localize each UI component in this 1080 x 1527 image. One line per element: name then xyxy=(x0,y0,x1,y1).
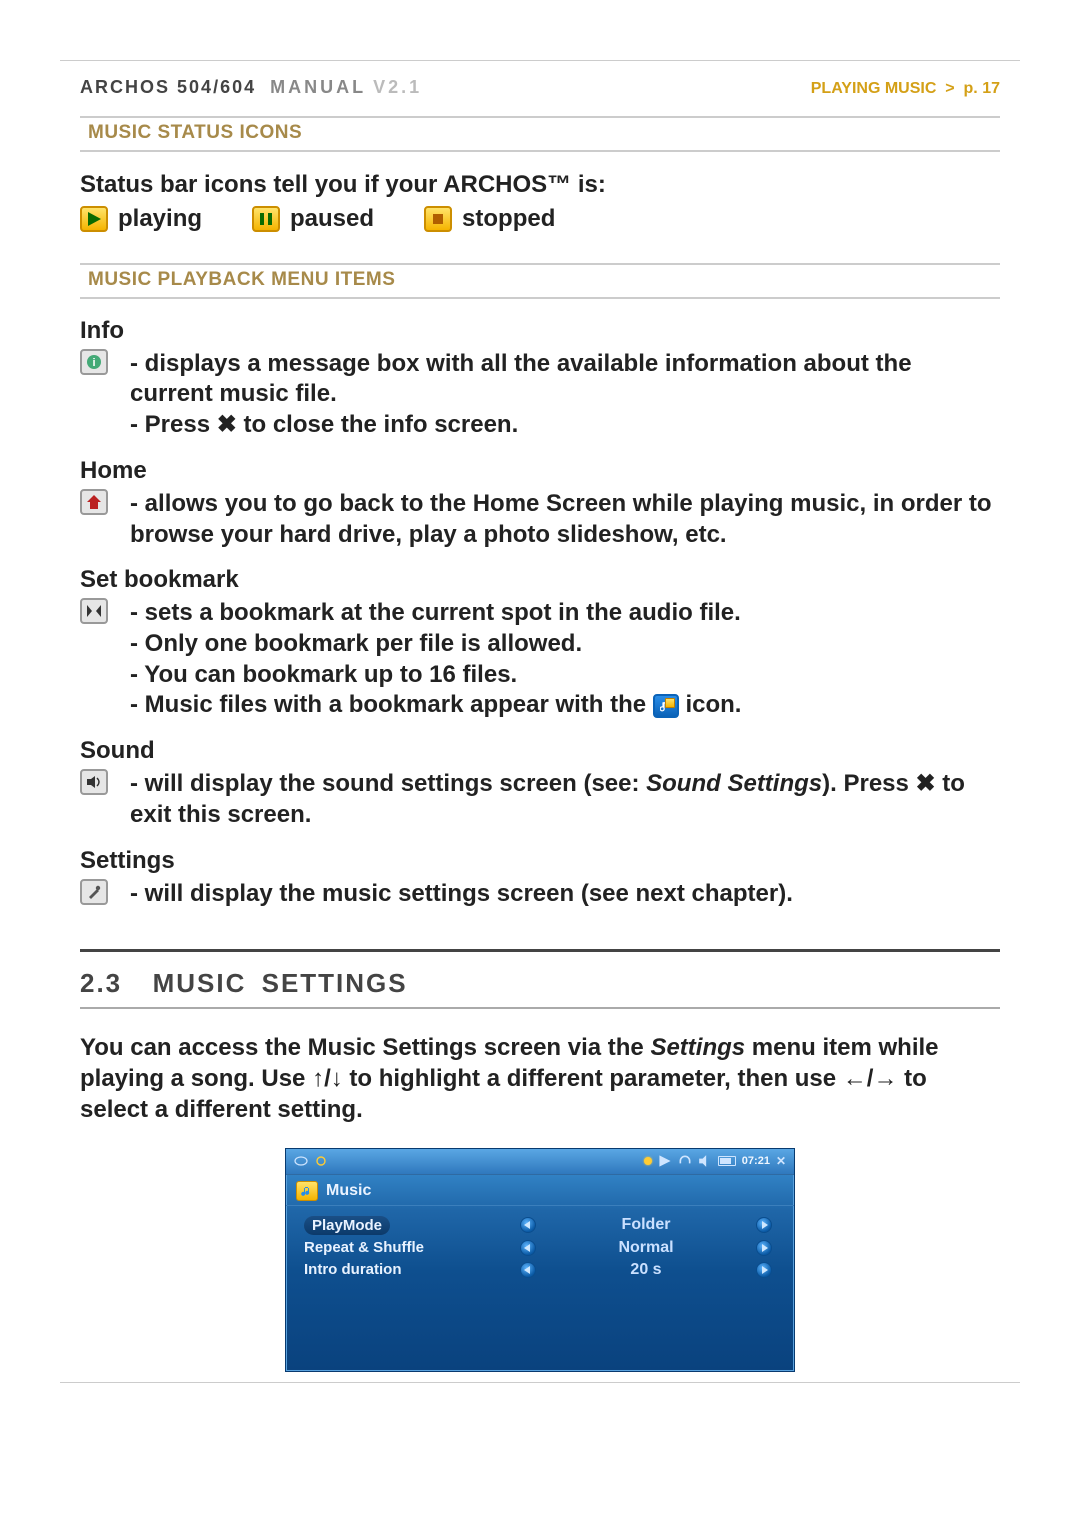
brand-title: ARCHOS 504/604 MANUAL V2.1 xyxy=(80,77,422,98)
sound-title: Sound xyxy=(80,737,1000,765)
plug-icon xyxy=(644,1157,652,1165)
setting-label: Repeat & Shuffle xyxy=(304,1239,424,1256)
chapter-rule xyxy=(80,949,1000,952)
clock: 07:21 xyxy=(742,1155,770,1167)
device-status-bar: 07:21 ✕ xyxy=(286,1149,794,1175)
info-line1: - displays a message box with all the av… xyxy=(130,349,1000,410)
up-arrow-icon: ↑ xyxy=(312,1065,324,1092)
sound-settings-ref: Sound Settings xyxy=(646,770,822,797)
setting-value: Folder xyxy=(540,1216,752,1234)
setting-row-intro[interactable]: Intro duration 20 s xyxy=(304,1259,776,1281)
screen-body: PlayMode Folder Repeat & Shuffle Normal … xyxy=(286,1206,794,1371)
bookmark-line2: - Only one bookmark per file is allowed. xyxy=(130,629,1000,660)
playing-label: playing xyxy=(118,205,202,233)
bookmark-icon xyxy=(80,598,108,624)
status-icons-row: playing paused stopped xyxy=(80,205,1000,233)
info-line2: - Press ✖ to close the info screen. xyxy=(130,410,1000,441)
page-section: PLAYING MUSIC xyxy=(811,80,937,97)
home-icon xyxy=(80,489,108,515)
menu-settings: Settings - will display the music settin… xyxy=(80,847,1000,910)
bookmark-line1: - sets a bookmark at the current spot in… xyxy=(130,598,1000,629)
headphone-icon xyxy=(678,1154,692,1168)
bookmark-line4: - Music files with a bookmark appear wit… xyxy=(130,690,1000,721)
stop-icon xyxy=(424,206,452,232)
chapter-heading: 2.3 Music Settings xyxy=(80,960,1000,1009)
status-stopped: stopped xyxy=(424,205,555,233)
music-note-icon xyxy=(296,1181,318,1201)
info-title: Info xyxy=(80,317,1000,345)
settings-icon xyxy=(80,879,108,905)
chapter-number: 2.3 xyxy=(80,968,122,998)
section-music-status-icons: MUSIC STATUS ICONS xyxy=(80,116,1000,152)
left-arrow-icon[interactable] xyxy=(520,1240,536,1256)
hdd-icon xyxy=(294,1154,308,1168)
left-arrow-icon: ← xyxy=(843,1065,867,1092)
screen-tab: Music xyxy=(286,1175,794,1206)
chapter-title: Music Settings xyxy=(153,968,408,998)
setting-value: 20 s xyxy=(540,1261,752,1279)
left-arrow-icon[interactable] xyxy=(520,1262,536,1278)
manual-word: MANUAL xyxy=(270,77,366,97)
left-arrow-icon[interactable] xyxy=(520,1217,536,1233)
menu-info: Info i - displays a message box with all… xyxy=(80,317,1000,441)
down-arrow-icon: ↓ xyxy=(331,1065,343,1092)
close-icon[interactable]: ✕ xyxy=(776,1154,786,1168)
device-screenshot: 07:21 ✕ Music PlayMode Folder Repea xyxy=(80,1148,1000,1372)
speaker-icon xyxy=(698,1154,712,1168)
battery-icon xyxy=(718,1156,736,1166)
menu-bookmark: Set bookmark - sets a bookmark at the cu… xyxy=(80,566,1000,721)
stopped-label: stopped xyxy=(462,205,555,233)
version: V2.1 xyxy=(373,77,422,97)
slash: / xyxy=(324,1065,331,1092)
breadcrumb-sep: > xyxy=(945,80,954,97)
pause-icon xyxy=(252,206,280,232)
x-icon: ✖ xyxy=(916,770,936,797)
bookmark-note-icon xyxy=(653,694,679,718)
settings-word: Settings xyxy=(650,1034,745,1061)
right-arrow-icon: → xyxy=(873,1065,897,1092)
settings-line1: - will display the music settings screen… xyxy=(130,879,1000,910)
bookmark-line3: - You can bookmark up to 16 files. xyxy=(130,660,1000,691)
setting-label: Intro duration xyxy=(304,1261,402,1278)
home-line1: - allows you to go back to the Home Scre… xyxy=(130,489,1000,550)
page-header: ARCHOS 504/604 MANUAL V2.1 PLAYING MUSIC… xyxy=(80,71,1000,106)
right-arrow-icon[interactable] xyxy=(756,1240,772,1256)
setting-row-playmode[interactable]: PlayMode Folder xyxy=(304,1214,776,1237)
right-arrow-icon[interactable] xyxy=(756,1217,772,1233)
sync-icon xyxy=(314,1154,328,1168)
right-arrow-icon[interactable] xyxy=(756,1262,772,1278)
sound-line1: - will display the sound settings screen… xyxy=(130,769,1000,830)
setting-label: PlayMode xyxy=(304,1216,390,1235)
svg-text:i: i xyxy=(92,357,95,369)
tab-label-music: Music xyxy=(326,1182,371,1200)
paused-label: paused xyxy=(290,205,374,233)
menu-home: Home - allows you to go back to the Home… xyxy=(80,457,1000,550)
sound-icon xyxy=(80,769,108,795)
manual-page: ARCHOS 504/604 MANUAL V2.1 PLAYING MUSIC… xyxy=(60,60,1020,1383)
brand-name: ARCHOS xyxy=(80,77,170,97)
play-status-icon xyxy=(658,1154,672,1168)
status-paused: paused xyxy=(252,205,374,233)
bookmark-title: Set bookmark xyxy=(80,566,1000,594)
model: 504/604 xyxy=(177,77,256,97)
home-title: Home xyxy=(80,457,1000,485)
status-heading: Status bar icons tell you if your ARCHOS… xyxy=(80,170,1000,201)
setting-value: Normal xyxy=(540,1239,752,1257)
section-playback-menu: MUSIC PLAYBACK MENU ITEMS xyxy=(80,263,1000,299)
info-icon: i xyxy=(80,349,108,375)
settings-title: Settings xyxy=(80,847,1000,875)
page-locator: PLAYING MUSIC > p. 17 xyxy=(811,80,1000,98)
settings-paragraph: You can access the Music Settings screen… xyxy=(80,1033,1000,1125)
play-icon xyxy=(80,206,108,232)
status-playing: playing xyxy=(80,205,202,233)
x-icon: ✖ xyxy=(217,411,237,438)
setting-row-repeat[interactable]: Repeat & Shuffle Normal xyxy=(304,1237,776,1259)
page-number: p. 17 xyxy=(964,80,1000,97)
menu-sound: Sound - will display the sound settings … xyxy=(80,737,1000,830)
music-settings-screen: 07:21 ✕ Music PlayMode Folder Repea xyxy=(285,1148,795,1372)
